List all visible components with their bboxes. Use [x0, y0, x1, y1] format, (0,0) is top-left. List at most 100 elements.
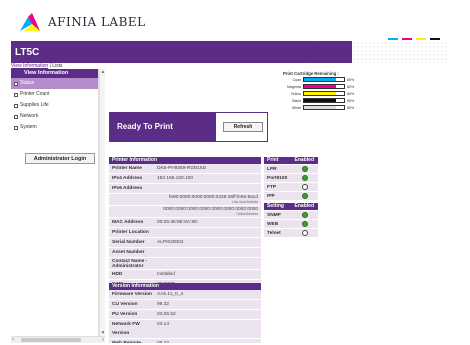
- sidebar-item-label: Printer Count: [20, 91, 50, 97]
- info-row: IPv4 Address 192.168.100.100: [109, 174, 261, 184]
- cartridge-row: Magenta 80%: [283, 83, 359, 90]
- info-value: 0000:0000:0000:0000:0000:0000:0000:0000 G…: [157, 206, 261, 217]
- service-name: WEB: [267, 221, 279, 227]
- refresh-button[interactable]: Refresh: [223, 122, 263, 132]
- info-row: IPv6 Address: [109, 184, 261, 194]
- info-label: [109, 194, 157, 205]
- info-row: Contact Name - Administrator: [109, 258, 261, 270]
- sidebar-item-status[interactable]: Status: [11, 78, 98, 89]
- sidebar-item-network[interactable]: Network: [11, 111, 98, 122]
- header-dot-pattern: [352, 41, 449, 63]
- cartridge-level-bar: [303, 77, 345, 82]
- disabled-status-icon: [302, 230, 308, 236]
- printer-info-heading: Printer Information: [109, 157, 261, 164]
- info-value: 99.32: [157, 300, 261, 309]
- cartridge-level-bar: [303, 98, 345, 103]
- info-value: 00:25:36:9E:8A:9D: [157, 218, 261, 227]
- info-label: Printer Location: [112, 230, 149, 235]
- info-row: HDD Installed: [109, 270, 261, 280]
- info-value: [157, 228, 261, 237]
- sidebar-item-label: Network: [20, 113, 39, 119]
- info-label: Firmware Version: [112, 292, 152, 297]
- info-label: Contact Name - Administrator: [112, 259, 148, 269]
- info-value-text: DK5-PH9359-RGB16D: [157, 166, 207, 171]
- info-value: [157, 259, 261, 269]
- scroll-left-icon[interactable]: ‹: [12, 337, 14, 343]
- scroll-up-icon[interactable]: ▲: [100, 69, 106, 75]
- sidebar-menu: Status Printer Count Supplies Life Network S…: [11, 78, 98, 133]
- sidebar-item-label: Supplies Life: [20, 102, 49, 108]
- cartridge-percent: 80%: [347, 98, 355, 103]
- service-row: Telnet: [264, 229, 318, 238]
- sidebar-item-supplies-life[interactable]: Supplies Life: [11, 100, 98, 111]
- horizontal-scroll-thumb[interactable]: [21, 338, 81, 342]
- cartridge-name: Yellow: [290, 91, 301, 96]
- cartridge-name: Cyan: [292, 77, 301, 82]
- info-label: Printer Name: [112, 166, 142, 171]
- info-label: Network FW Version: [112, 322, 140, 336]
- info-value: fe80:0000:0000:0000:0225:36ff:fe9e:8acd L…: [157, 194, 261, 205]
- service-name: Port9100: [267, 175, 288, 181]
- cartridge-level-bar: [303, 91, 345, 96]
- info-value-text: 99.32: [157, 302, 170, 307]
- sidebar-item-label: System: [20, 124, 37, 130]
- info-label: MAC Address: [112, 220, 144, 225]
- sidebar-item-printer-count[interactable]: Printer Count: [11, 89, 98, 100]
- info-value-text: AA5.11_0_4: [157, 292, 184, 297]
- administrator-login-button[interactable]: Administrator Login: [25, 153, 95, 164]
- info-value: 192.168.100.100: [157, 174, 261, 183]
- cartridge-percent: 80%: [347, 77, 355, 82]
- cartridge-percent: 80%: [347, 105, 355, 110]
- version-info-table: Firmware Version AA5.11_0_4 CU Version 99.3…: [109, 290, 261, 343]
- cartridge-level-fill: [304, 92, 336, 95]
- printer-status: Ready To Print: [109, 112, 216, 142]
- info-label: HDD: [112, 272, 123, 277]
- info-label: Asset Number: [112, 250, 145, 255]
- info-value: DK5-PH9359-RGB16D: [157, 164, 261, 173]
- setting-service-table: SNMP WEB Telnet: [264, 211, 318, 238]
- afinia-logo: AFINIA LABEL: [18, 9, 146, 35]
- enabled-status-icon: [302, 212, 308, 218]
- cyan-stripe: [388, 38, 398, 40]
- print-service-enabled-heading: Enabled: [294, 157, 314, 163]
- enabled-status-icon: [302, 175, 308, 181]
- enabled-status-icon: [302, 166, 308, 172]
- info-row: Serial Number ALPI620004: [109, 238, 261, 248]
- cartridge-row: Yellow 80%: [283, 90, 359, 97]
- info-label: PU Version: [112, 312, 138, 317]
- horizontal-scrollbar[interactable]: ‹ ›: [11, 336, 105, 343]
- cartridge-name: Black: [292, 98, 301, 103]
- info-value-text: 03.14: [157, 322, 170, 327]
- cartridge-level-fill: [304, 85, 336, 88]
- info-value: [157, 248, 261, 257]
- info-label: CU Version: [112, 302, 138, 307]
- cartridge-level-bar: [303, 105, 345, 110]
- cartridge-level-fill: [304, 106, 336, 109]
- enabled-status-icon: [302, 193, 308, 199]
- service-name: SNMP: [267, 212, 281, 218]
- sidebar-heading: View Information: [11, 69, 98, 78]
- info-row: Firmware Version AA5.11_0_4: [109, 290, 261, 300]
- info-value: Installed: [157, 270, 261, 279]
- cartridge-row: Black 80%: [283, 97, 359, 104]
- cartridge-level-fill: [304, 99, 336, 102]
- cartridge-name: Magenta: [287, 84, 301, 89]
- info-label: [109, 206, 157, 217]
- info-row: Web Remote Version08.22: [109, 339, 261, 343]
- info-row: Network FW Version 03.14: [109, 320, 261, 339]
- info-value: [157, 184, 261, 193]
- setting-service-heading: Setting Service Enabled: [264, 203, 318, 216]
- service-name: FTP: [267, 184, 277, 190]
- vertical-scrollbar[interactable]: ▲ ▼: [99, 69, 105, 336]
- version-info-heading: Version Information: [109, 283, 261, 290]
- sidebar-item-system[interactable]: System: [11, 122, 98, 133]
- print-service-table: LPR Port9100 FTP IPP: [264, 165, 318, 201]
- cartridge-panel: Print Cartridge Remaining : Cyan 80% Magen…: [283, 71, 359, 129]
- checkbox-icon: [14, 81, 18, 86]
- cartridge-list: Cyan 80% Magenta 80% Yellow 80% Black 80% White 8…: [283, 76, 359, 111]
- setting-service-enabled-heading: Enabled: [294, 203, 314, 209]
- cartridge-percent: 80%: [347, 84, 355, 89]
- setting-service-title: Setting Service: [267, 203, 285, 216]
- scroll-right-icon[interactable]: ›: [102, 337, 104, 343]
- page: AFINIA LABEL LT5C View Information | Lis…: [0, 0, 470, 345]
